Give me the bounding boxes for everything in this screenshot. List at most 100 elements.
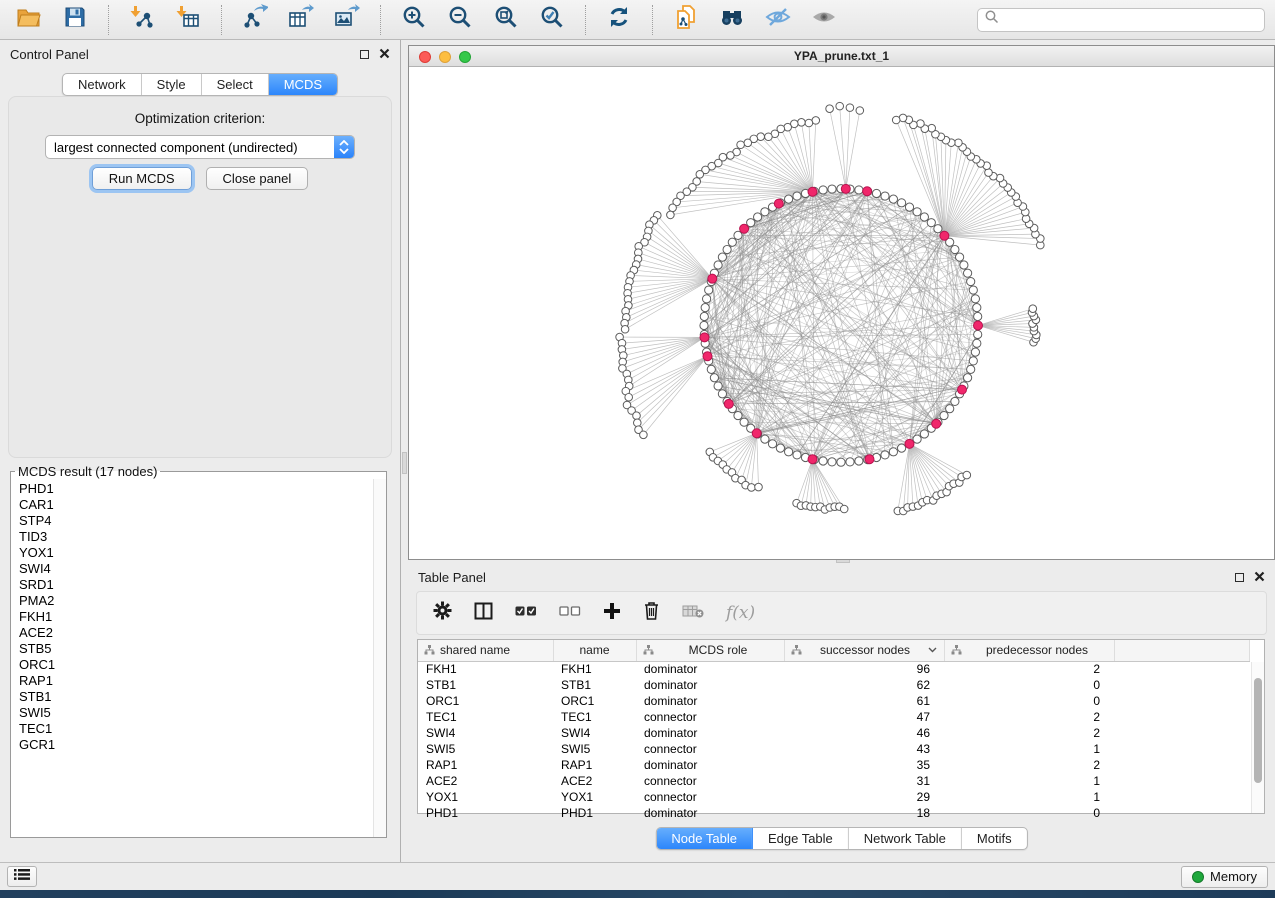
memory-button[interactable]: Memory [1181, 866, 1268, 888]
mcds-result-item[interactable]: PMA2 [19, 593, 373, 609]
table-row[interactable]: SWI5SWI5connector431 [418, 741, 1250, 757]
table-row[interactable]: ORC1ORC1dominator610 [418, 693, 1250, 709]
show-all-button[interactable] [805, 4, 843, 36]
float-panel-icon[interactable] [360, 50, 369, 59]
mcds-result-item[interactable]: SWI5 [19, 705, 373, 721]
close-table-panel-icon[interactable] [1254, 570, 1265, 585]
mcds-list-scrollbar[interactable] [373, 479, 386, 837]
mcds-result-item[interactable]: STB5 [19, 641, 373, 657]
column-header-mcds-role[interactable]: MCDS role [636, 640, 784, 661]
window-minimize-icon[interactable] [439, 51, 451, 63]
mcds-result-item[interactable]: ACE2 [19, 625, 373, 641]
toolbar-divider [221, 5, 222, 35]
table-row[interactable]: YOX1YOX1connector291 [418, 789, 1250, 805]
list-icon [14, 868, 30, 886]
zoom-fit-button[interactable] [487, 4, 525, 36]
main-toolbar [0, 0, 1275, 40]
mcds-result-item[interactable]: CAR1 [19, 497, 373, 513]
mcds-result-item[interactable]: SWI4 [19, 561, 373, 577]
column-header-successor-nodes[interactable]: successor nodes [784, 640, 944, 661]
table-row[interactable]: PHD1PHD1dominator180 [418, 805, 1250, 821]
clone-network-button[interactable] [667, 4, 705, 36]
table-row[interactable]: ACE2ACE2connector311 [418, 773, 1250, 789]
network-window-titlebar[interactable]: YPA_prune.txt_1 [409, 46, 1274, 67]
table-row[interactable]: FKH1FKH1dominator962 [418, 661, 1250, 677]
tab-network-table[interactable]: Network Table [849, 828, 962, 849]
mcds-result-item[interactable]: STP4 [19, 513, 373, 529]
hide-unselected-button[interactable] [759, 4, 797, 36]
export-table-button[interactable] [282, 4, 320, 36]
criterion-select[interactable]: largest connected component (undirected) [45, 135, 355, 159]
window-maximize-icon[interactable] [459, 51, 471, 63]
table-row[interactable]: STB1STB1dominator620 [418, 677, 1250, 693]
export-network-button[interactable] [236, 4, 274, 36]
import-table-button[interactable] [169, 4, 207, 36]
zoom-selected-button[interactable] [533, 4, 571, 36]
import-table-icon [175, 4, 201, 35]
columns-icon [474, 602, 493, 625]
mcds-result-item[interactable]: PHD1 [19, 481, 373, 497]
tab-style[interactable]: Style [142, 74, 202, 95]
table-scrollbar-thumb[interactable] [1254, 678, 1262, 783]
mcds-tab-content: Optimization criterion: largest connecte… [8, 96, 392, 458]
network-canvas[interactable] [409, 67, 1274, 559]
zoom-out-button[interactable] [441, 4, 479, 36]
mcds-result-item[interactable]: SRD1 [19, 577, 373, 593]
zoom-in-button[interactable] [395, 4, 433, 36]
mcds-result-item[interactable]: STB1 [19, 689, 373, 705]
column-header-predecessor-nodes[interactable]: predecessor nodes [944, 640, 1114, 661]
status-bar: Memory [0, 862, 1275, 890]
column-type-icon [424, 645, 435, 655]
search-input[interactable] [1000, 13, 1258, 27]
vertical-splitter[interactable] [401, 40, 408, 862]
delete-table-icon [682, 604, 704, 623]
tab-node-table[interactable]: Node Table [656, 828, 753, 849]
tab-select[interactable]: Select [202, 74, 269, 95]
control-panel-title: Control Panel [10, 47, 89, 62]
close-panel-icon[interactable] [379, 47, 390, 62]
close-panel-button[interactable]: Close panel [206, 167, 309, 190]
mcds-result-item[interactable]: TEC1 [19, 721, 373, 737]
memory-label: Memory [1210, 869, 1257, 884]
mcds-result-item[interactable]: TID3 [19, 529, 373, 545]
mcds-result-list[interactable]: PHD1CAR1STP4TID3YOX1SWI4SRD1PMA2FKH1ACE2… [11, 479, 373, 837]
column-type-icon [643, 645, 654, 655]
refresh-view-button[interactable] [600, 4, 638, 36]
task-history-button[interactable] [7, 866, 37, 887]
tab-mcds[interactable]: MCDS [269, 74, 337, 95]
table-row[interactable]: RAP1RAP1dominator352 [418, 757, 1250, 773]
column-header-name[interactable]: name [553, 640, 636, 661]
table-settings-button[interactable] [433, 601, 452, 625]
find-network-button[interactable] [713, 4, 751, 36]
search-box [977, 8, 1265, 32]
open-file-button[interactable] [10, 4, 48, 36]
import-network-button[interactable] [123, 4, 161, 36]
table-header-row: shared name name MCDS role successor nod… [418, 640, 1250, 661]
show-columns-button[interactable] [474, 602, 493, 625]
table-row[interactable]: TEC1TEC1connector472 [418, 709, 1250, 725]
deselect-all-rows-button[interactable] [559, 604, 581, 622]
tab-edge-table[interactable]: Edge Table [753, 828, 849, 849]
save-session-button[interactable] [56, 4, 94, 36]
delete-column-button[interactable] [643, 601, 660, 625]
float-table-panel-icon[interactable] [1235, 573, 1244, 582]
mcds-result-item[interactable]: RAP1 [19, 673, 373, 689]
table-scrollbar[interactable] [1251, 662, 1264, 813]
mcds-result-item[interactable]: GCR1 [19, 737, 373, 753]
export-image-icon [334, 4, 360, 35]
splitter-grip[interactable] [402, 452, 407, 474]
tab-network[interactable]: Network [63, 74, 142, 95]
mcds-result-item[interactable]: YOX1 [19, 545, 373, 561]
network-graph [409, 67, 1274, 559]
table-panel: Table Panel f(x) shared name name MCDS r… [408, 563, 1275, 862]
window-close-icon[interactable] [419, 51, 431, 63]
column-header-shared-name[interactable]: shared name [418, 640, 553, 661]
tab-motifs[interactable]: Motifs [962, 828, 1027, 849]
export-image-button[interactable] [328, 4, 366, 36]
add-column-button[interactable] [603, 602, 621, 625]
select-all-rows-button[interactable] [515, 604, 537, 622]
mcds-result-item[interactable]: ORC1 [19, 657, 373, 673]
table-row[interactable]: SWI4SWI4dominator462 [418, 725, 1250, 741]
mcds-result-item[interactable]: FKH1 [19, 609, 373, 625]
run-mcds-button[interactable]: Run MCDS [92, 167, 192, 190]
